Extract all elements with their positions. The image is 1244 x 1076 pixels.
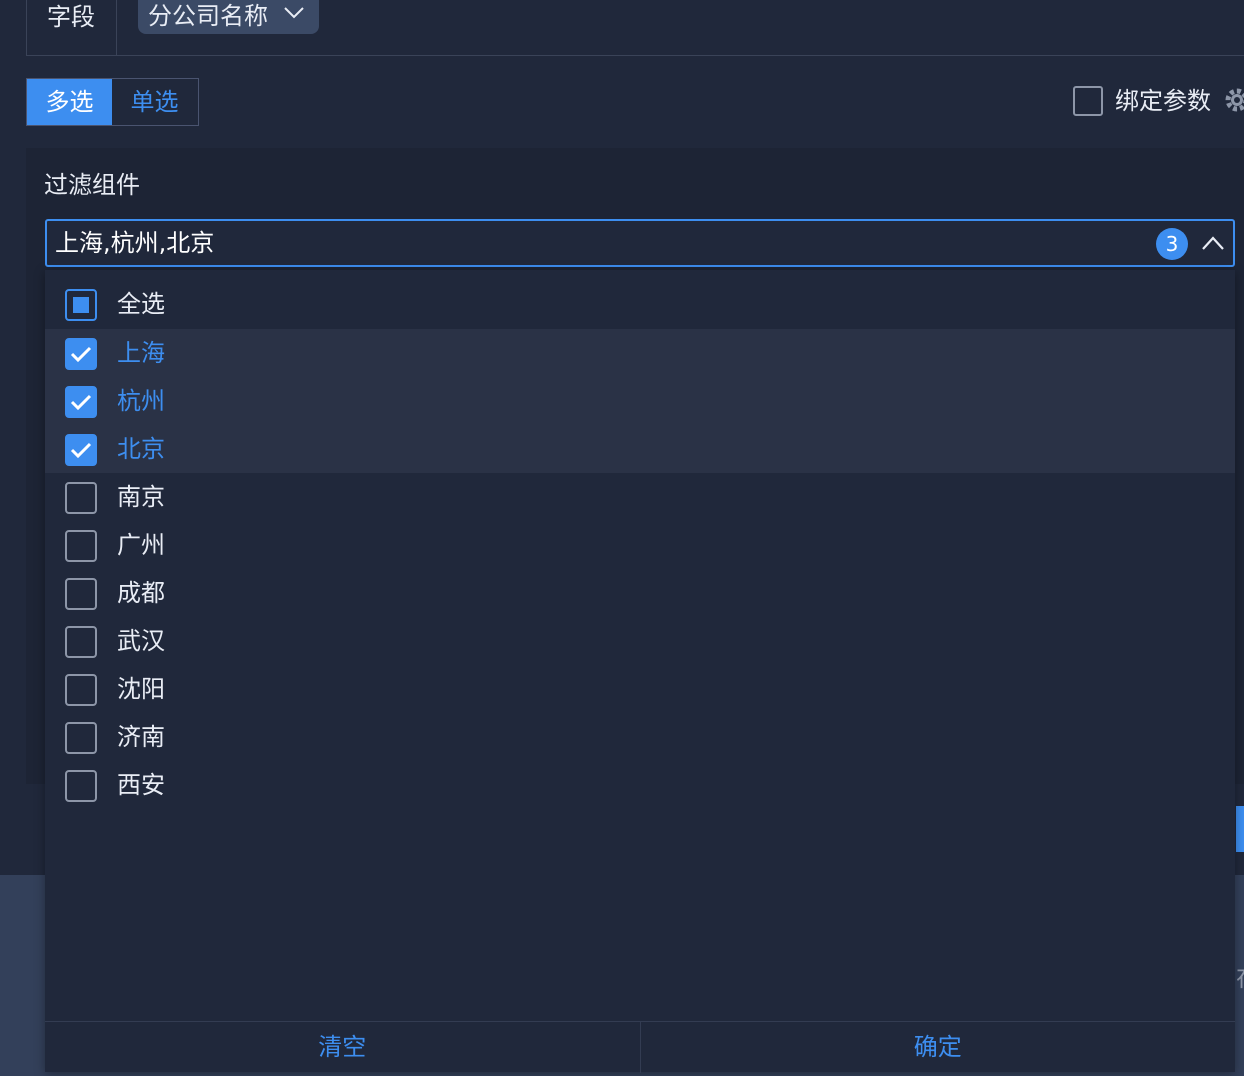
select-all-item[interactable]: 全选: [45, 280, 1235, 328]
list-item-label: 沈阳: [117, 675, 165, 703]
filter-select[interactable]: 上海,杭州,北京 3: [45, 219, 1235, 267]
list-item[interactable]: 成都: [45, 569, 1235, 617]
confirm-button[interactable]: 确定: [641, 1022, 1236, 1073]
list-item-label: 南京: [117, 483, 165, 511]
list-item[interactable]: 济南: [45, 713, 1235, 761]
list-item-label: 北京: [117, 435, 165, 463]
divider: [116, 0, 117, 56]
list-item[interactable]: 北京: [45, 425, 1235, 473]
bind-param-checkbox[interactable]: [1073, 86, 1103, 116]
list-item-label: 成都: [117, 579, 165, 607]
partial-text: 在: [1236, 958, 1244, 993]
gear-icon[interactable]: [1224, 87, 1244, 113]
chevron-down-icon: [284, 7, 304, 19]
list-item-label: 杭州: [117, 387, 165, 415]
checkbox[interactable]: [65, 770, 97, 802]
select-all-checkbox[interactable]: [65, 289, 97, 321]
count-badge: 3: [1156, 228, 1188, 260]
list-item-label: 西安: [117, 771, 165, 799]
chevron-up-icon[interactable]: [1200, 234, 1226, 252]
dropdown-list: 全选 上海 杭州 北京 南京 广州 成都 武汉 沈阳 济南 西安 清空 确定: [45, 270, 1235, 1073]
field-row: 字段 分公司名称: [26, 0, 1244, 56]
single-select-button[interactable]: 单选: [112, 79, 197, 125]
checkbox[interactable]: [65, 578, 97, 610]
field-dropdown-value: 分公司名称: [148, 2, 268, 30]
checkbox[interactable]: [65, 386, 97, 418]
checkbox[interactable]: [65, 434, 97, 466]
clear-button[interactable]: 清空: [45, 1022, 640, 1073]
bind-param-label: 绑定参数: [1115, 87, 1211, 115]
checkbox[interactable]: [65, 338, 97, 370]
checkbox[interactable]: [65, 482, 97, 514]
partial-button[interactable]: [1236, 806, 1244, 852]
list-item[interactable]: 上海: [45, 329, 1235, 377]
checkbox[interactable]: [65, 626, 97, 658]
list-item[interactable]: 杭州: [45, 377, 1235, 425]
checkbox[interactable]: [65, 674, 97, 706]
field-dropdown[interactable]: 分公司名称: [138, 0, 319, 34]
select-value: 上海,杭州,北京: [55, 229, 215, 257]
checkbox[interactable]: [65, 530, 97, 562]
list-item[interactable]: 南京: [45, 473, 1235, 521]
list-item[interactable]: 广州: [45, 521, 1235, 569]
check-icon: [70, 442, 92, 459]
list-item-label: 武汉: [117, 627, 165, 655]
selection-mode-toggle: 多选 单选: [26, 78, 199, 126]
field-label: 字段: [47, 3, 95, 31]
list-item[interactable]: 西安: [45, 761, 1235, 809]
list-item[interactable]: 武汉: [45, 617, 1235, 665]
filter-title: 过滤组件: [44, 171, 140, 199]
list-item[interactable]: 沈阳: [45, 665, 1235, 713]
list-item-label: 上海: [117, 339, 165, 367]
check-icon: [70, 346, 92, 363]
list-item-label: 济南: [117, 723, 165, 751]
list-item-label: 广州: [117, 531, 165, 559]
multi-select-button[interactable]: 多选: [27, 79, 112, 125]
check-icon: [70, 394, 92, 411]
dropdown-footer: 清空 确定: [45, 1021, 1235, 1073]
select-all-label: 全选: [117, 290, 165, 318]
checkbox[interactable]: [65, 722, 97, 754]
